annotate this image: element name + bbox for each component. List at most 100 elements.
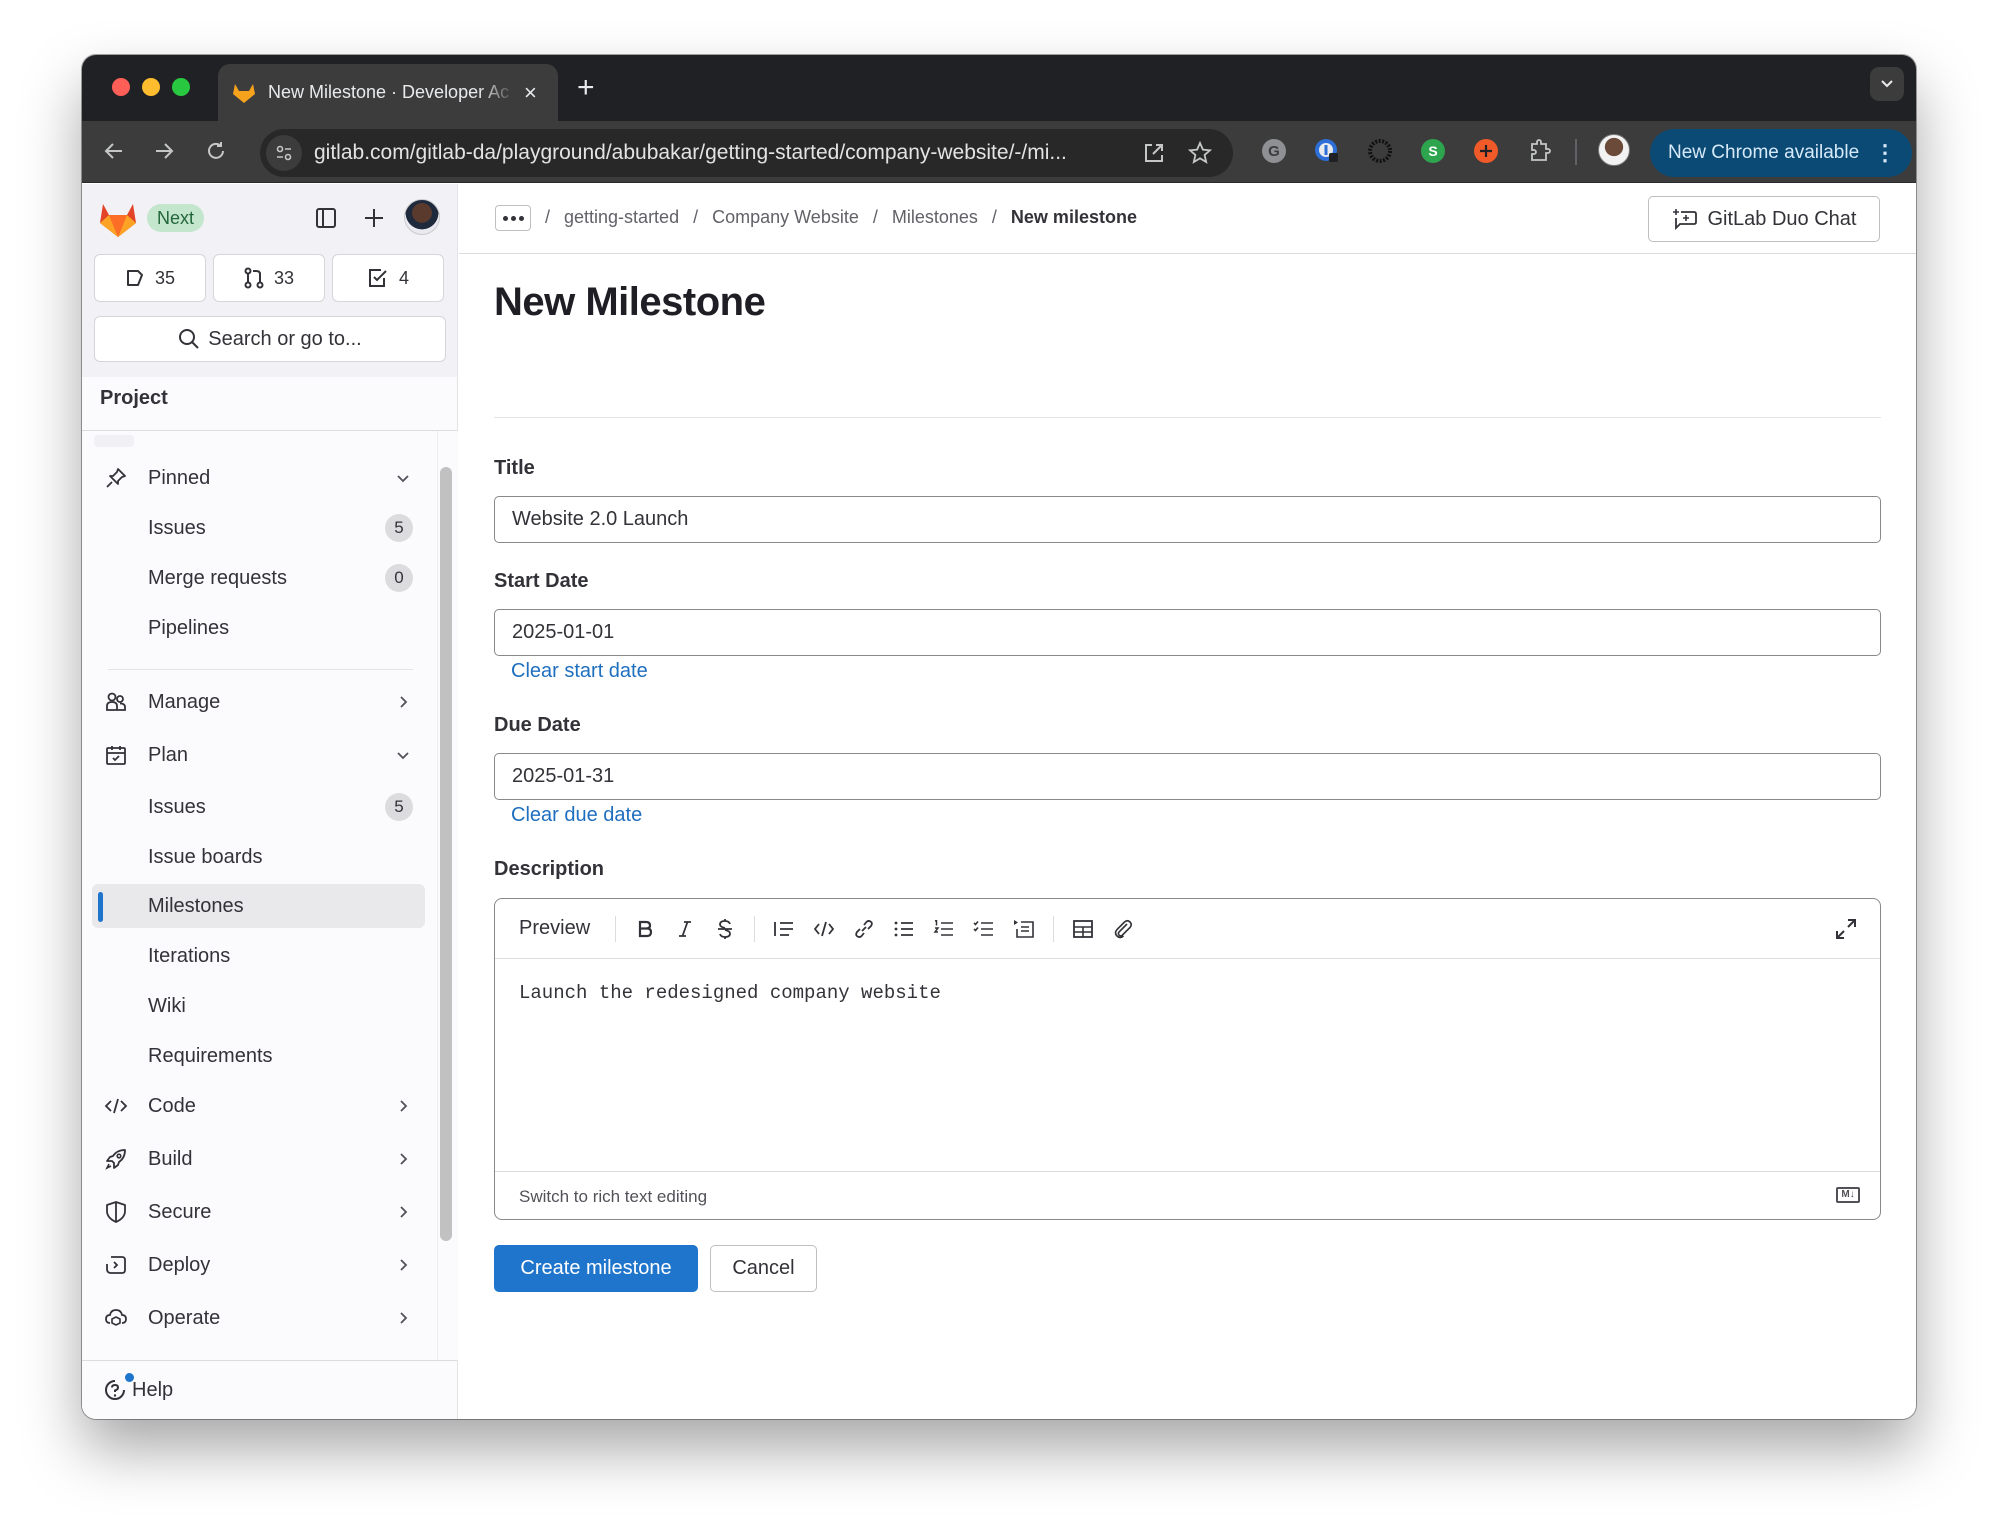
title-input[interactable] — [494, 496, 1881, 543]
merge-requests-button[interactable]: 33 — [213, 254, 325, 302]
chevron-right-icon — [395, 694, 411, 710]
preview-tab[interactable]: Preview — [519, 917, 590, 940]
switch-to-rich-text-link[interactable]: Switch to rich text editing — [519, 1187, 707, 1207]
address-bar[interactable]: gitlab.com/gitlab-da/playground/abubakar… — [260, 129, 1233, 177]
sidebar-item-pinned-merge-requests[interactable]: Merge requests 0 — [92, 556, 425, 600]
code-button[interactable] — [808, 913, 840, 945]
quote-button[interactable] — [768, 913, 800, 945]
create-milestone-button[interactable]: Create milestone — [494, 1245, 698, 1292]
markdown-icon[interactable]: M↓ — [1836, 1187, 1860, 1203]
numbered-list-button[interactable] — [928, 913, 960, 945]
bullet-list-button[interactable] — [888, 913, 920, 945]
attach-file-button[interactable] — [1107, 913, 1139, 945]
sidebar-scrollbar-thumb[interactable] — [440, 467, 452, 1241]
sidebar-item-label: Manage — [148, 690, 221, 713]
sidebar-item-code[interactable]: Code — [92, 1084, 425, 1128]
todos-button[interactable]: 4 — [332, 254, 444, 302]
table-button[interactable] — [1067, 913, 1099, 945]
bold-button[interactable] — [629, 913, 661, 945]
editor-toolbar: Preview — [495, 899, 1880, 959]
bookmark-button[interactable] — [1184, 137, 1216, 169]
collapsible-section-button[interactable] — [1008, 913, 1040, 945]
issues-count: 35 — [154, 267, 176, 288]
chevron-down-icon — [395, 470, 411, 486]
s-extension[interactable]: S — [1418, 136, 1448, 166]
breadcrumb-item-milestones[interactable]: Milestones — [892, 207, 978, 228]
sidebar-item-issue-boards[interactable]: Issue boards — [92, 835, 425, 879]
title-label: Title — [494, 457, 535, 479]
plus-extension[interactable] — [1471, 136, 1501, 166]
create-new-button[interactable] — [358, 202, 390, 234]
sidebar-item-iterations[interactable]: Iterations — [92, 934, 425, 978]
clear-start-date-link[interactable]: Clear start date — [511, 660, 648, 683]
sidebar-item-secure[interactable]: Secure — [92, 1190, 425, 1234]
help-button[interactable]: Help — [82, 1360, 457, 1419]
strikethrough-icon — [718, 918, 733, 939]
sidebar-item-plan[interactable]: Plan — [92, 733, 425, 777]
pin-icon — [104, 466, 128, 490]
extensions-menu-button[interactable] — [1524, 136, 1554, 166]
chrome-profile-avatar[interactable] — [1598, 134, 1630, 166]
attachment-icon — [1114, 919, 1133, 938]
minimize-window-button[interactable] — [142, 78, 160, 96]
title-divider — [494, 417, 1881, 418]
sidebar-item-pinned[interactable]: Pinned — [92, 456, 425, 500]
maximize-icon — [1836, 919, 1856, 939]
open-in-app-button[interactable] — [1138, 137, 1170, 169]
sidebar-item-wiki[interactable]: Wiki — [92, 984, 425, 1028]
breadcrumb-more-button[interactable] — [495, 205, 531, 231]
maximize-window-button[interactable] — [172, 78, 190, 96]
breadcrumb-item-company-website[interactable]: Company Website — [712, 207, 859, 228]
start-date-input[interactable] — [494, 609, 1881, 656]
toggle-sidebar-button[interactable] — [310, 202, 342, 234]
italic-button[interactable] — [669, 913, 701, 945]
search-or-go-to-button[interactable]: Search or go to... — [94, 316, 446, 362]
user-avatar[interactable] — [404, 199, 440, 235]
breadcrumb-item-getting-started[interactable]: getting-started — [564, 207, 679, 228]
link-button[interactable] — [848, 913, 880, 945]
chevron-right-icon — [395, 1257, 411, 1273]
sidebar-item-requirements[interactable]: Requirements — [92, 1034, 425, 1078]
cancel-button[interactable]: Cancel — [710, 1245, 817, 1292]
breadcrumb-separator: / — [872, 207, 878, 227]
browser-tab-active[interactable]: New Milestone · Developer Ac × — [218, 64, 558, 121]
kebab-menu-icon[interactable]: ⋮ — [1874, 140, 1896, 166]
sidebar-item-label: Requirements — [148, 1044, 273, 1067]
close-window-button[interactable] — [112, 78, 130, 96]
clear-due-date-link[interactable]: Clear due date — [511, 804, 642, 827]
sidebar-item-plan-issues[interactable]: Issues 5 — [92, 785, 425, 829]
new-chrome-available-button[interactable]: New Chrome available ⋮ — [1650, 129, 1912, 177]
sidebar-item-pipelines[interactable]: Pipelines — [92, 606, 425, 650]
sidebar-item-pinned-issues[interactable]: Issues 5 — [92, 506, 425, 550]
gitlab-duo-chat-button[interactable]: GitLab Duo Chat — [1648, 196, 1880, 242]
description-textarea[interactable]: Launch the redesigned company website — [495, 960, 1880, 1170]
new-tab-button[interactable]: + — [577, 73, 595, 103]
tab-close-icon[interactable]: × — [524, 81, 537, 104]
sidebar-item-operate[interactable]: Operate — [92, 1296, 425, 1340]
sidebar-item-label: Milestones — [148, 894, 244, 917]
gitlab-logo-icon[interactable] — [98, 200, 138, 238]
sun-extension[interactable] — [1365, 136, 1395, 166]
task-list-button[interactable] — [968, 913, 1000, 945]
sidebar-item-label: Issues — [148, 795, 206, 818]
due-date-input[interactable] — [494, 753, 1881, 800]
sidebar-item-manage[interactable]: Manage — [92, 680, 425, 724]
toolbar-separator — [615, 915, 617, 942]
sidebar-item-label: Issues — [148, 516, 206, 539]
back-button[interactable] — [98, 135, 130, 167]
sidebar-item-label: Secure — [148, 1200, 212, 1223]
tab-search-button[interactable] — [1870, 67, 1904, 101]
code-icon — [813, 921, 835, 936]
sidebar-item-deploy[interactable]: Deploy — [92, 1243, 425, 1287]
sidebar-item-build[interactable]: Build — [92, 1137, 425, 1181]
fullscreen-button[interactable] — [1830, 913, 1862, 945]
sidebar-item-milestones[interactable]: Milestones — [92, 884, 425, 928]
assigned-issues-button[interactable]: 35 — [94, 254, 206, 302]
grammarly-extension[interactable]: G — [1259, 136, 1289, 166]
site-info-button[interactable] — [266, 135, 302, 171]
reload-button[interactable] — [200, 135, 232, 167]
strikethrough-button[interactable] — [709, 913, 741, 945]
forward-button[interactable] — [148, 135, 180, 167]
plus-icon — [365, 209, 383, 227]
password-extension[interactable] — [1312, 136, 1342, 166]
